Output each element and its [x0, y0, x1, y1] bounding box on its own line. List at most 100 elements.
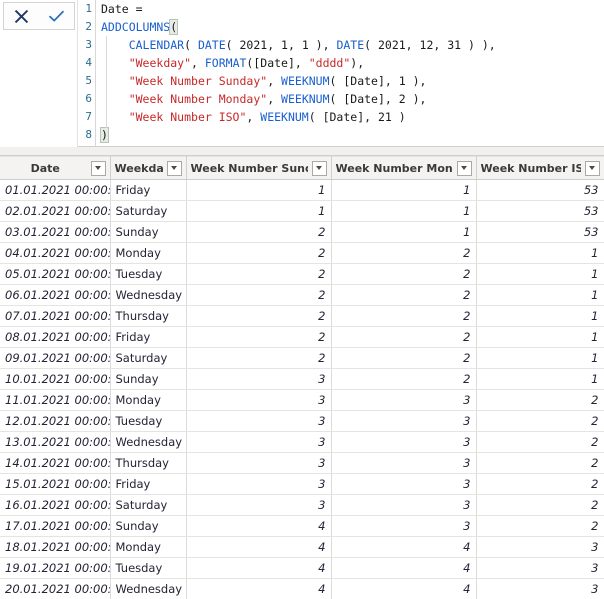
table-cell[interactable]: 1	[331, 221, 477, 243]
table-cell[interactable]: 06.01.2021 00:00:00	[0, 284, 111, 306]
table-row[interactable]: 15.01.2021 00:00:00Friday332	[0, 473, 604, 495]
table-cell[interactable]: 19.01.2021 00:00:00	[0, 557, 111, 579]
table-cell[interactable]: 1	[331, 179, 477, 201]
table-row[interactable]: 20.01.2021 00:00:00Wednesday443	[0, 578, 604, 599]
table-row[interactable]: 02.01.2021 00:00:00Saturday1153	[0, 200, 604, 222]
column-header[interactable]: Date	[0, 156, 111, 180]
table-row[interactable]: 11.01.2021 00:00:00Monday332	[0, 389, 604, 411]
table-cell[interactable]: 2	[186, 326, 332, 348]
table-cell[interactable]: 2	[331, 263, 477, 285]
table-cell[interactable]: 4	[331, 536, 477, 558]
table-cell[interactable]: 1	[476, 305, 604, 327]
table-row[interactable]: 08.01.2021 00:00:00Friday221	[0, 326, 604, 348]
table-cell[interactable]: 07.01.2021 00:00:00	[0, 305, 111, 327]
table-cell[interactable]: Sunday	[110, 368, 187, 390]
table-cell[interactable]: 1	[476, 368, 604, 390]
table-cell[interactable]: 53	[476, 179, 604, 201]
table-cell[interactable]: 16.01.2021 00:00:00	[0, 494, 111, 516]
table-row[interactable]: 17.01.2021 00:00:00Sunday432	[0, 515, 604, 537]
table-body[interactable]: 01.01.2021 00:00:00Friday115302.01.2021 …	[0, 179, 604, 599]
table-cell[interactable]: Wednesday	[110, 578, 187, 599]
table-row[interactable]: 19.01.2021 00:00:00Tuesday443	[0, 557, 604, 579]
table-cell[interactable]: 05.01.2021 00:00:00	[0, 263, 111, 285]
column-header[interactable]: Week Number Sunday	[186, 156, 332, 180]
table-cell[interactable]: Saturday	[110, 494, 187, 516]
table-cell[interactable]: 2	[331, 326, 477, 348]
table-cell[interactable]: Tuesday	[110, 263, 187, 285]
code-line[interactable]: CALENDAR( DATE( 2021, 1, 1 ), DATE( 2021…	[96, 36, 596, 54]
column-filter-dropdown-button[interactable]	[456, 160, 472, 176]
table-cell[interactable]: Monday	[110, 536, 187, 558]
table-cell[interactable]: 3	[186, 494, 332, 516]
table-row[interactable]: 16.01.2021 00:00:00Saturday332	[0, 494, 604, 516]
table-row[interactable]: 04.01.2021 00:00:00Monday221	[0, 242, 604, 264]
table-cell[interactable]: 3	[331, 410, 477, 432]
table-cell[interactable]: Sunday	[110, 221, 187, 243]
table-cell[interactable]: 2	[331, 347, 477, 369]
table-cell[interactable]: Tuesday	[110, 557, 187, 579]
table-cell[interactable]: 4	[186, 515, 332, 537]
table-cell[interactable]: 2	[476, 410, 604, 432]
table-cell[interactable]: 2	[186, 242, 332, 264]
table-cell[interactable]: 53	[476, 221, 604, 243]
table-row[interactable]: 01.01.2021 00:00:00Friday1153	[0, 179, 604, 201]
table-cell[interactable]: 2	[331, 284, 477, 306]
table-cell[interactable]: 12.01.2021 00:00:00	[0, 410, 111, 432]
table-cell[interactable]: Thursday	[110, 305, 187, 327]
table-row[interactable]: 18.01.2021 00:00:00Monday443	[0, 536, 604, 558]
column-header[interactable]: Week Number ISO	[476, 156, 604, 180]
table-cell[interactable]: Monday	[110, 389, 187, 411]
table-cell[interactable]: 3	[331, 494, 477, 516]
table-cell[interactable]: 1	[186, 179, 332, 201]
table-row[interactable]: 03.01.2021 00:00:00Sunday2153	[0, 221, 604, 243]
table-cell[interactable]: 1	[476, 263, 604, 285]
table-cell[interactable]: 4	[186, 578, 332, 599]
table-row[interactable]: 10.01.2021 00:00:00Sunday321	[0, 368, 604, 390]
table-cell[interactable]: 3	[476, 557, 604, 579]
table-cell[interactable]: 2	[331, 242, 477, 264]
table-cell[interactable]: 4	[331, 557, 477, 579]
table-cell[interactable]: 15.01.2021 00:00:00	[0, 473, 111, 495]
table-cell[interactable]: 2	[186, 305, 332, 327]
table-cell[interactable]: Wednesday	[110, 284, 187, 306]
table-cell[interactable]: 2	[476, 473, 604, 495]
table-row[interactable]: 07.01.2021 00:00:00Thursday221	[0, 305, 604, 327]
table-row[interactable]: 14.01.2021 00:00:00Thursday332	[0, 452, 604, 474]
table-cell[interactable]: Saturday	[110, 200, 187, 222]
table-cell[interactable]: 02.01.2021 00:00:00	[0, 200, 111, 222]
cancel-button[interactable]	[7, 4, 37, 28]
table-cell[interactable]: 3	[331, 473, 477, 495]
table-cell[interactable]: Friday	[110, 473, 187, 495]
table-row[interactable]: 13.01.2021 00:00:00Wednesday332	[0, 431, 604, 453]
column-filter-dropdown-button[interactable]	[166, 160, 182, 176]
table-cell[interactable]: 03.01.2021 00:00:00	[0, 221, 111, 243]
column-filter-dropdown-button[interactable]	[90, 160, 106, 176]
code-line[interactable]: "Week Number ISO", WEEKNUM( [Date], 21 )	[96, 108, 596, 126]
table-cell[interactable]: 2	[186, 284, 332, 306]
table-cell[interactable]: 3	[186, 431, 332, 453]
table-cell[interactable]: 1	[476, 347, 604, 369]
table-cell[interactable]: 2	[476, 431, 604, 453]
table-cell[interactable]: 2	[186, 263, 332, 285]
table-cell[interactable]: 3	[331, 515, 477, 537]
table-cell[interactable]: 2	[331, 305, 477, 327]
table-cell[interactable]: 04.01.2021 00:00:00	[0, 242, 111, 264]
table-cell[interactable]: 3	[186, 410, 332, 432]
table-cell[interactable]: 3	[476, 536, 604, 558]
column-header[interactable]: Weekday	[110, 156, 187, 180]
table-cell[interactable]: 14.01.2021 00:00:00	[0, 452, 111, 474]
table-cell[interactable]: 3	[186, 452, 332, 474]
table-cell[interactable]: Thursday	[110, 452, 187, 474]
table-cell[interactable]: 13.01.2021 00:00:00	[0, 431, 111, 453]
table-cell[interactable]: 3	[476, 578, 604, 599]
table-cell[interactable]: 3	[331, 431, 477, 453]
table-cell[interactable]: 2	[186, 347, 332, 369]
code-line[interactable]: "Week Number Sunday", WEEKNUM( [Date], 1…	[96, 72, 596, 90]
table-cell[interactable]: 2	[476, 515, 604, 537]
table-cell[interactable]: 1	[476, 242, 604, 264]
table-cell[interactable]: Tuesday	[110, 410, 187, 432]
table-cell[interactable]: 1	[476, 326, 604, 348]
table-cell[interactable]: Saturday	[110, 347, 187, 369]
table-cell[interactable]: 10.01.2021 00:00:00	[0, 368, 111, 390]
table-cell[interactable]: 2	[476, 389, 604, 411]
